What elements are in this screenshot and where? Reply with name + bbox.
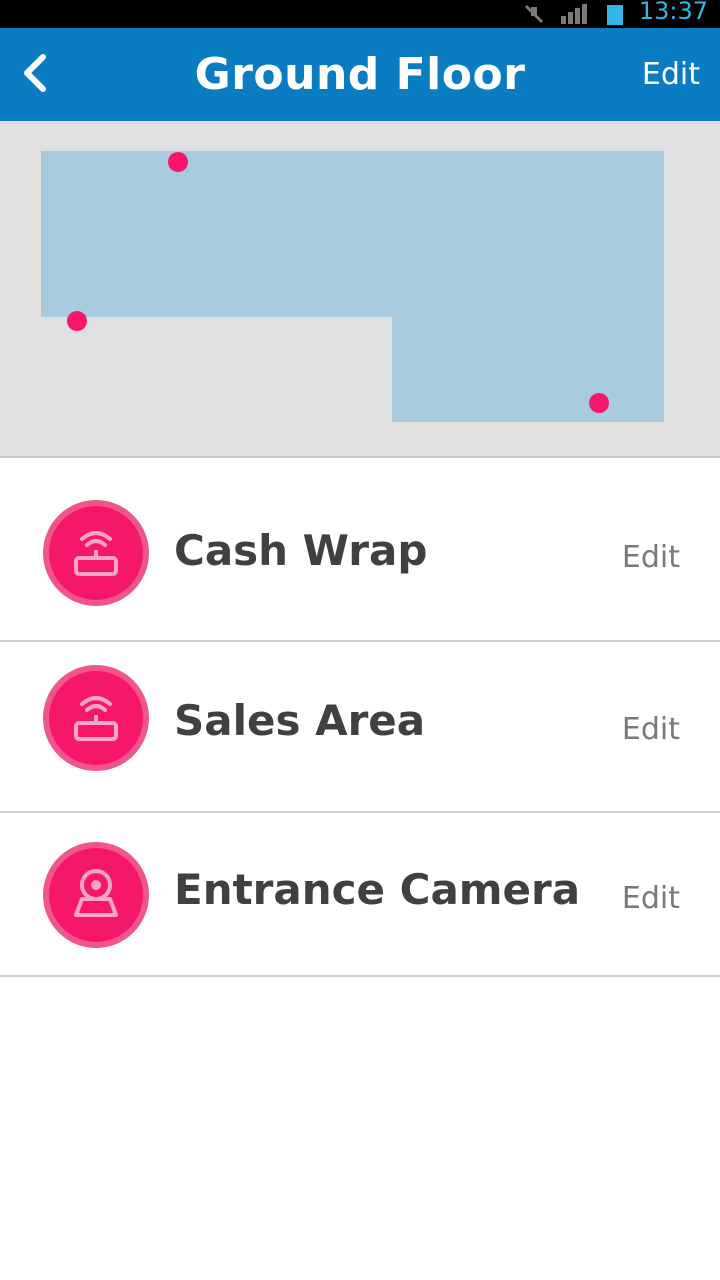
floor-plan-map bbox=[41, 151, 664, 422]
signal-icon bbox=[559, 4, 591, 24]
chevron-left-icon bbox=[21, 53, 49, 97]
back-button[interactable] bbox=[0, 28, 70, 121]
device-name: Sales Area bbox=[174, 696, 426, 745]
device-edit-button[interactable]: Edit bbox=[622, 881, 680, 916]
device-edit-button[interactable]: Edit bbox=[622, 540, 680, 575]
device-badge bbox=[43, 842, 149, 948]
device-badge bbox=[43, 500, 149, 606]
device-name: Entrance Camera bbox=[174, 865, 581, 914]
page-title: Ground Floor bbox=[194, 49, 526, 100]
device-list: Cash Wrap Edit Sales Area Edit Entrance … bbox=[0, 458, 720, 977]
device-name: Cash Wrap bbox=[174, 526, 428, 575]
device-marker bbox=[67, 311, 87, 331]
app-bar: Ground Floor Edit bbox=[0, 28, 720, 121]
mute-icon bbox=[523, 4, 545, 24]
battery-icon bbox=[605, 3, 625, 25]
router-icon bbox=[68, 688, 124, 748]
list-item[interactable]: Entrance Camera Edit bbox=[0, 813, 720, 977]
floor-plan-room bbox=[41, 151, 664, 422]
device-badge bbox=[43, 665, 149, 771]
device-marker bbox=[168, 152, 188, 172]
status-time: 13:37 bbox=[638, 0, 708, 25]
header-edit-button[interactable]: Edit bbox=[642, 28, 700, 121]
router-icon bbox=[68, 523, 124, 583]
floor-plan bbox=[0, 121, 720, 458]
device-edit-button[interactable]: Edit bbox=[622, 712, 680, 747]
list-item[interactable]: Sales Area Edit bbox=[0, 642, 720, 813]
list-item[interactable]: Cash Wrap Edit bbox=[0, 458, 720, 642]
status-bar: 13:37 bbox=[0, 0, 720, 28]
camera-icon bbox=[68, 865, 124, 925]
status-icons: 13:37 bbox=[523, 0, 708, 28]
device-marker bbox=[589, 393, 609, 413]
